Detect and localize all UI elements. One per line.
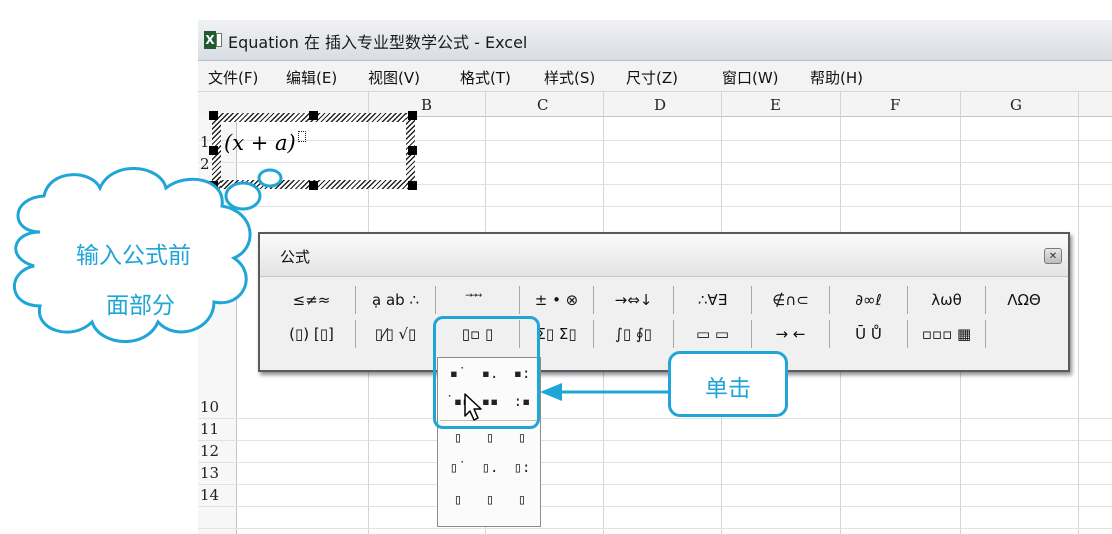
misc-symbols-button[interactable]: ∂∞ℓ bbox=[830, 286, 908, 314]
palette-item[interactable]: ▯˙ bbox=[442, 454, 474, 482]
palette-item[interactable]: ▯. bbox=[474, 454, 506, 482]
menu-size[interactable]: 尺寸(Z) bbox=[626, 67, 678, 88]
logical-symbols-button[interactable]: ∴∀∃ bbox=[674, 286, 752, 314]
gridline bbox=[198, 528, 1112, 529]
menu-view[interactable]: 视图(V) bbox=[368, 67, 420, 88]
callout-text: 单击 bbox=[705, 376, 751, 402]
column-header-e[interactable]: E bbox=[770, 96, 781, 114]
column-header-d[interactable]: D bbox=[654, 96, 666, 114]
row-header-12[interactable]: 12 bbox=[200, 442, 219, 460]
row-header-13[interactable]: 13 bbox=[200, 464, 219, 482]
greek-lowercase-button[interactable]: λωθ bbox=[908, 286, 986, 314]
palette-item[interactable]: ▯ bbox=[474, 486, 506, 514]
matrix-templates-button[interactable]: ▫▫▫ ▦ bbox=[908, 320, 986, 348]
mouse-pointer-icon bbox=[464, 393, 482, 421]
resize-handle[interactable] bbox=[408, 111, 417, 120]
cloud-text-line2: 面部分 bbox=[106, 293, 175, 319]
equation-toolbar-titlebar: 公式 ✕ bbox=[260, 234, 1068, 277]
close-icon[interactable]: ✕ bbox=[1044, 248, 1062, 264]
gridline bbox=[198, 506, 1112, 507]
menu-format[interactable]: 格式(T) bbox=[460, 67, 511, 88]
gridline bbox=[198, 140, 1112, 141]
set-theory-symbols-button[interactable]: ∉∩⊂ bbox=[752, 286, 830, 314]
embellishments-button[interactable]: ⃗ ⃗ ⃗ bbox=[436, 286, 520, 314]
resize-handle[interactable] bbox=[309, 111, 318, 120]
gridline bbox=[198, 206, 1112, 207]
resize-handle[interactable] bbox=[408, 181, 417, 190]
cloud-annotation bbox=[13, 167, 283, 343]
row-header-11[interactable]: 11 bbox=[200, 420, 219, 438]
palette-item[interactable]: ▯ bbox=[442, 486, 474, 514]
operator-symbols-button[interactable]: ± • ⊗ bbox=[520, 286, 594, 314]
title-bar: X Equation 在 插入专业型数学公式 - Excel bbox=[198, 20, 1112, 61]
superscript-slot-icon bbox=[297, 131, 306, 142]
greek-uppercase-button[interactable]: ΛΩΘ bbox=[986, 286, 1062, 314]
column-header-b[interactable]: B bbox=[421, 96, 432, 114]
column-header-f[interactable]: F bbox=[890, 96, 900, 114]
labeled-arrow-templates-button[interactable]: → ← bbox=[752, 320, 830, 348]
menu-edit[interactable]: 编辑(E) bbox=[286, 67, 337, 88]
fraction-radical-templates-button[interactable]: ▯⁄▯ √▯ bbox=[356, 320, 436, 348]
column-header-g[interactable]: G bbox=[1010, 96, 1022, 114]
underbar-overbar-templates-button[interactable]: ▭ ▭ bbox=[674, 320, 752, 348]
integral-templates-button[interactable]: ∫▯ ∮▯ bbox=[594, 320, 674, 348]
arrow-icon bbox=[540, 383, 670, 401]
cloud-text-line1: 输入公式前 bbox=[76, 243, 191, 269]
gridline bbox=[198, 484, 1112, 485]
menu-style[interactable]: 样式(S) bbox=[544, 67, 595, 88]
menu-bar: 文件(F) 编辑(E) 视图(V) 格式(T) 样式(S) 尺寸(Z) 窗口(W… bbox=[198, 61, 1112, 92]
palette-item[interactable]: ▯: bbox=[506, 454, 538, 482]
menu-help[interactable]: 帮助(H) bbox=[810, 67, 863, 88]
click-callout: 单击 bbox=[668, 351, 788, 417]
resize-handle[interactable] bbox=[408, 146, 417, 155]
arrow-symbols-button[interactable]: →⇔↓ bbox=[594, 286, 674, 314]
gridline bbox=[198, 162, 1112, 163]
equation-toolbar: 公式 ✕ ≤≠≈ ạ ab ∴ ⃗ ⃗ ⃗ ± • ⊗ →⇔↓ ∴∀∃ ∉∩⊂ … bbox=[258, 232, 1070, 372]
gridline bbox=[198, 462, 1112, 463]
column-header-c[interactable]: C bbox=[537, 96, 548, 114]
menu-window[interactable]: 窗口(W) bbox=[722, 67, 779, 88]
spaces-ellipses-button[interactable]: ạ ab ∴ bbox=[356, 286, 436, 314]
gridline bbox=[1078, 92, 1079, 534]
products-set-templates-button[interactable]: Ū Ů bbox=[830, 320, 908, 348]
gridline bbox=[198, 418, 1112, 419]
row-header-14[interactable]: 14 bbox=[200, 486, 219, 504]
resize-handle[interactable] bbox=[309, 181, 318, 190]
palette-item[interactable]: ▯ bbox=[506, 486, 538, 514]
gridline bbox=[198, 440, 1112, 441]
